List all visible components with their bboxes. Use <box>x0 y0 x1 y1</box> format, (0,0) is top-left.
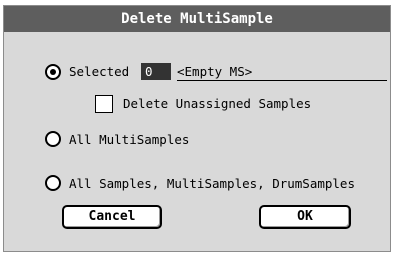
multisample-number-field[interactable]: 0 <box>141 63 171 80</box>
multisample-name: <Empty MS> <box>177 64 253 79</box>
radio-all-multisamples[interactable] <box>45 131 61 147</box>
radio-selected-label: Selected <box>69 64 130 79</box>
delete-unassigned-label: Delete Unassigned Samples <box>123 96 312 111</box>
cancel-button[interactable]: Cancel <box>62 205 162 229</box>
ok-button[interactable]: OK <box>259 205 351 229</box>
delete-unassigned-checkbox[interactable] <box>95 95 113 113</box>
radio-all-samples-label: All Samples, MultiSamples, DrumSamples <box>69 176 355 191</box>
delete-multisample-dialog: Delete MultiSample Selected 0 <Empty MS>… <box>3 5 391 252</box>
radio-selected[interactable] <box>45 64 61 80</box>
radio-selected-dot <box>50 69 56 75</box>
multisample-name-underline <box>177 80 387 81</box>
radio-all-samples[interactable] <box>45 175 61 191</box>
radio-all-multisamples-label: All MultiSamples <box>69 132 190 147</box>
dialog-title: Delete MultiSample <box>4 6 390 32</box>
